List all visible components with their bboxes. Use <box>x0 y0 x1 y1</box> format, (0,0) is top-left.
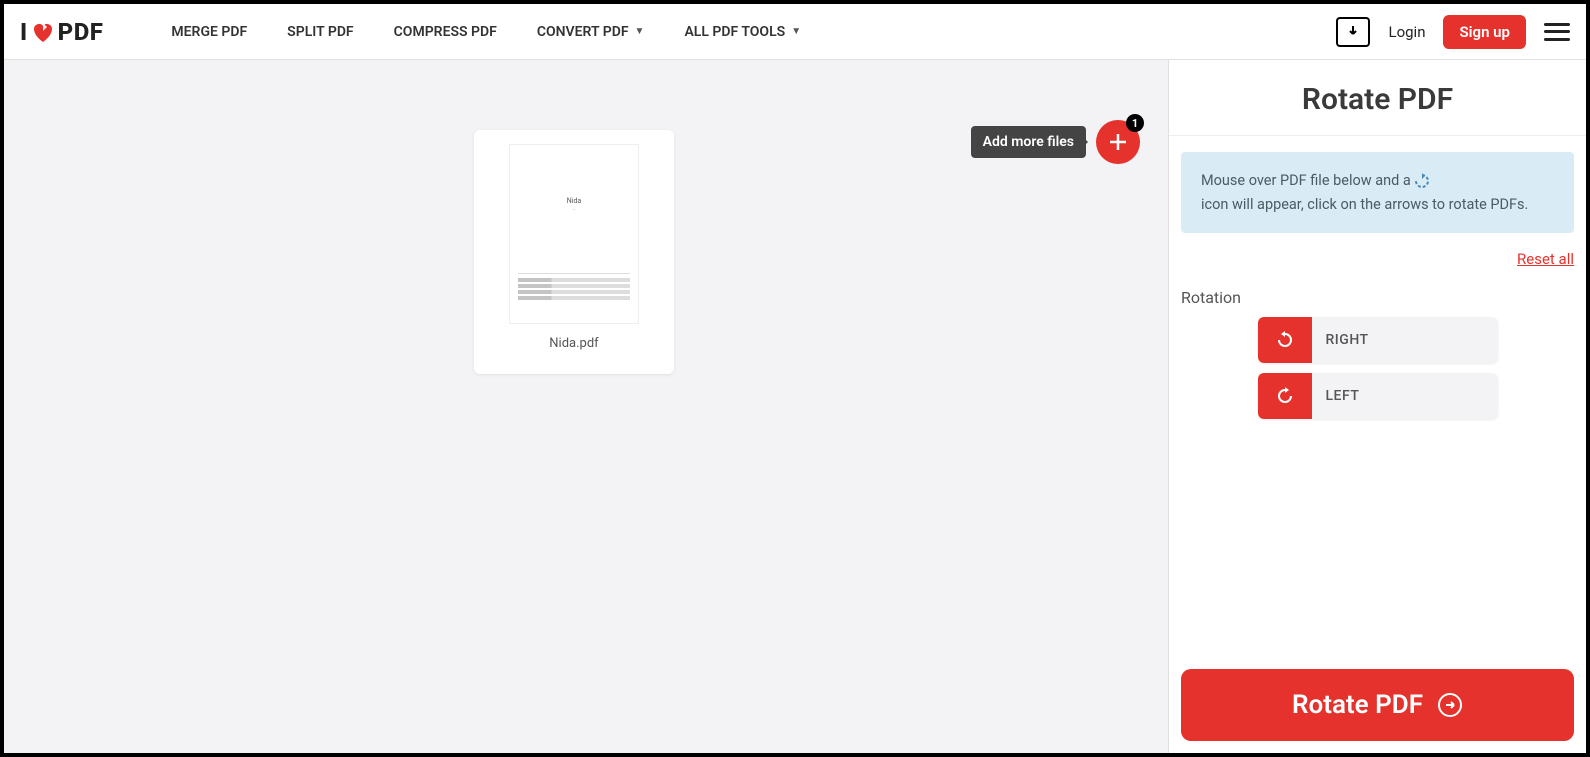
rotate-pdf-button[interactable]: Rotate PDF <box>1181 669 1574 741</box>
info-text-pre: Mouse over PDF file below and a <box>1201 170 1411 191</box>
main-area: Nida — Nida.pdf Add more files 1 <box>4 60 1168 753</box>
nav-all-tools[interactable]: ALL PDF TOOLS▼ <box>684 24 801 40</box>
hamburger-menu-icon[interactable] <box>1544 23 1570 41</box>
file-card[interactable]: Nida — Nida.pdf <box>474 130 674 374</box>
sidebar-title: Rotate PDF <box>1169 60 1586 136</box>
heart-icon <box>30 21 56 43</box>
rotate-hint-icon <box>1414 173 1430 189</box>
add-files-button[interactable]: 1 <box>1096 120 1140 164</box>
nav-split[interactable]: SPLIT PDF <box>287 24 353 40</box>
sidebar: Rotate PDF Mouse over PDF file below and… <box>1168 60 1586 753</box>
rotate-left-icon <box>1258 373 1312 419</box>
rotate-left-label: LEFT <box>1312 373 1498 419</box>
logo-suffix: PDF <box>58 18 104 46</box>
rotate-right-button[interactable]: RIGHT <box>1258 317 1498 363</box>
rotate-left-button[interactable]: LEFT <box>1258 373 1498 419</box>
signup-button[interactable]: Sign up <box>1443 15 1526 49</box>
add-files-tooltip: Add more files <box>971 126 1086 158</box>
caret-down-icon: ▼ <box>791 26 801 37</box>
file-name: Nida.pdf <box>549 336 598 351</box>
action-label: Rotate PDF <box>1292 690 1423 720</box>
preview-title: Nida <box>518 197 630 205</box>
reset-all-link[interactable]: Reset all <box>1517 250 1574 268</box>
arrow-right-circle-icon <box>1437 692 1463 718</box>
rotation-label: Rotation <box>1169 274 1586 317</box>
nav-convert[interactable]: CONVERT PDF▼ <box>537 24 645 40</box>
plus-icon <box>1107 131 1129 153</box>
file-preview: Nida — <box>509 144 639 324</box>
right-controls: Login Sign up <box>1336 15 1570 49</box>
info-text-post: icon will appear, click on the arrows to… <box>1201 194 1528 215</box>
file-count-badge: 1 <box>1126 114 1144 132</box>
nav-merge[interactable]: MERGE PDF <box>171 24 247 40</box>
rotate-right-icon <box>1258 317 1312 363</box>
nav-compress[interactable]: COMPRESS PDF <box>394 24 497 40</box>
main-nav: MERGE PDF SPLIT PDF COMPRESS PDF CONVERT… <box>171 24 801 40</box>
caret-down-icon: ▼ <box>635 26 645 37</box>
login-link[interactable]: Login <box>1388 23 1425 41</box>
rotate-right-label: RIGHT <box>1312 317 1498 363</box>
preview-sub: — <box>518 207 630 212</box>
topbar: I PDF MERGE PDF SPLIT PDF COMPRESS PDF C… <box>4 4 1586 60</box>
logo[interactable]: I PDF <box>20 18 103 46</box>
logo-prefix: I <box>20 18 28 46</box>
desktop-download-icon[interactable] <box>1336 17 1370 47</box>
info-box: Mouse over PDF file below and a icon wil… <box>1181 152 1574 233</box>
